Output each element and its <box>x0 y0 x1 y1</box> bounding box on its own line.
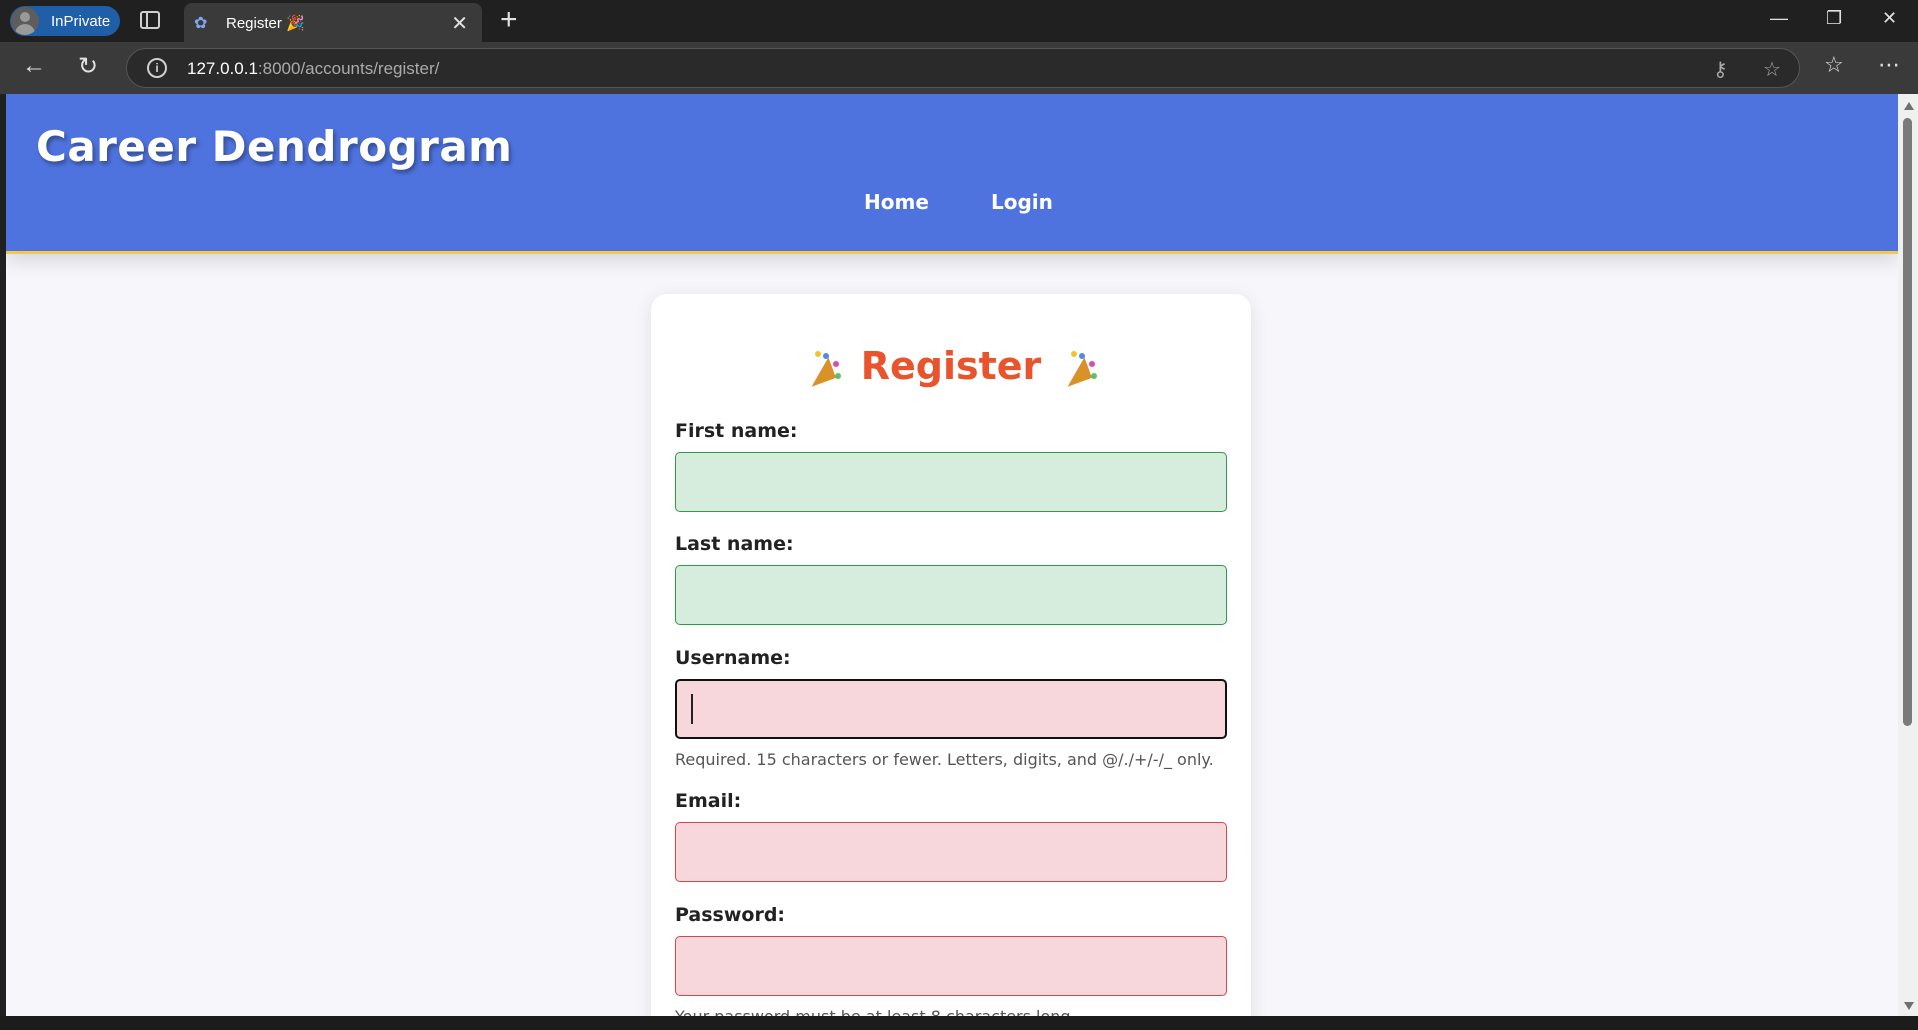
site-info-icon[interactable]: i <box>147 58 167 78</box>
new-tab-icon[interactable]: + <box>500 4 518 36</box>
username-help-text: Required. 15 characters or fewer. Letter… <box>675 750 1214 769</box>
favorites-icon[interactable]: ☆ <box>1824 52 1844 78</box>
more-menu-icon[interactable]: ⋯ <box>1878 52 1900 78</box>
first-name-input[interactable] <box>675 452 1227 512</box>
site-header: Career Dendrogram Home Login <box>6 94 1898 254</box>
browser-toolbar: ← ↻ i 127.0.0.1:8000/accounts/register/ … <box>0 42 1918 94</box>
nav-home[interactable]: Home <box>864 190 929 214</box>
username-label: Username: <box>675 647 791 669</box>
form-heading: Register <box>651 344 1251 388</box>
scroll-thumb[interactable] <box>1903 118 1912 726</box>
last-name-input[interactable] <box>675 565 1227 625</box>
tab-actions-icon[interactable] <box>140 11 160 29</box>
taskbar-edge <box>0 1016 1918 1030</box>
page-scrollbar[interactable] <box>1898 94 1918 1016</box>
form-title: Register <box>860 344 1042 388</box>
password-label: Password: <box>675 904 786 926</box>
page-viewport: Career Dendrogram Home Login Register Fi… <box>6 94 1898 1016</box>
browser-titlebar: InPrivate ✿ Register 🎉 ✕ + — ❐ ✕ <box>0 0 1918 42</box>
address-url[interactable]: 127.0.0.1:8000/accounts/register/ <box>187 59 439 79</box>
site-brand[interactable]: Career Dendrogram <box>36 122 512 171</box>
scroll-up-icon[interactable] <box>1904 102 1914 110</box>
tab-title: Register 🎉 <box>226 14 305 32</box>
scroll-down-icon[interactable] <box>1904 1002 1914 1010</box>
password-input[interactable] <box>675 936 1227 996</box>
profile-avatar <box>11 7 39 35</box>
close-window-icon[interactable]: ✕ <box>1882 8 1897 29</box>
restore-icon[interactable]: ❐ <box>1826 8 1842 29</box>
party-popper-icon <box>1059 350 1099 387</box>
inprivate-badge[interactable]: InPrivate <box>10 6 120 36</box>
nav-login[interactable]: Login <box>991 190 1053 214</box>
browser-tab-active[interactable]: ✿ Register 🎉 ✕ <box>184 3 482 42</box>
first-name-label: First name: <box>675 420 798 442</box>
password-help-text: Your password must be at least 8 charact… <box>675 1007 1076 1016</box>
inprivate-label: InPrivate <box>51 12 111 30</box>
favicon-icon: ✿ <box>194 14 208 32</box>
reload-icon[interactable]: ↻ <box>78 52 98 81</box>
tab-close-icon[interactable]: ✕ <box>451 11 468 36</box>
back-icon[interactable]: ← <box>22 52 46 80</box>
username-input[interactable] <box>675 679 1227 739</box>
register-card: Register First name: Last name: Username… <box>651 294 1251 1016</box>
party-popper-icon <box>803 350 843 387</box>
text-caret <box>691 694 693 724</box>
key-icon[interactable]: ⚷ <box>1713 57 1728 82</box>
email-input[interactable] <box>675 822 1227 882</box>
address-bar[interactable]: i 127.0.0.1:8000/accounts/register/ ⚷ ☆ <box>126 48 1800 88</box>
minimize-icon[interactable]: — <box>1770 8 1788 29</box>
last-name-label: Last name: <box>675 533 794 555</box>
email-label: Email: <box>675 790 742 812</box>
favorite-star-icon[interactable]: ☆ <box>1763 57 1781 82</box>
